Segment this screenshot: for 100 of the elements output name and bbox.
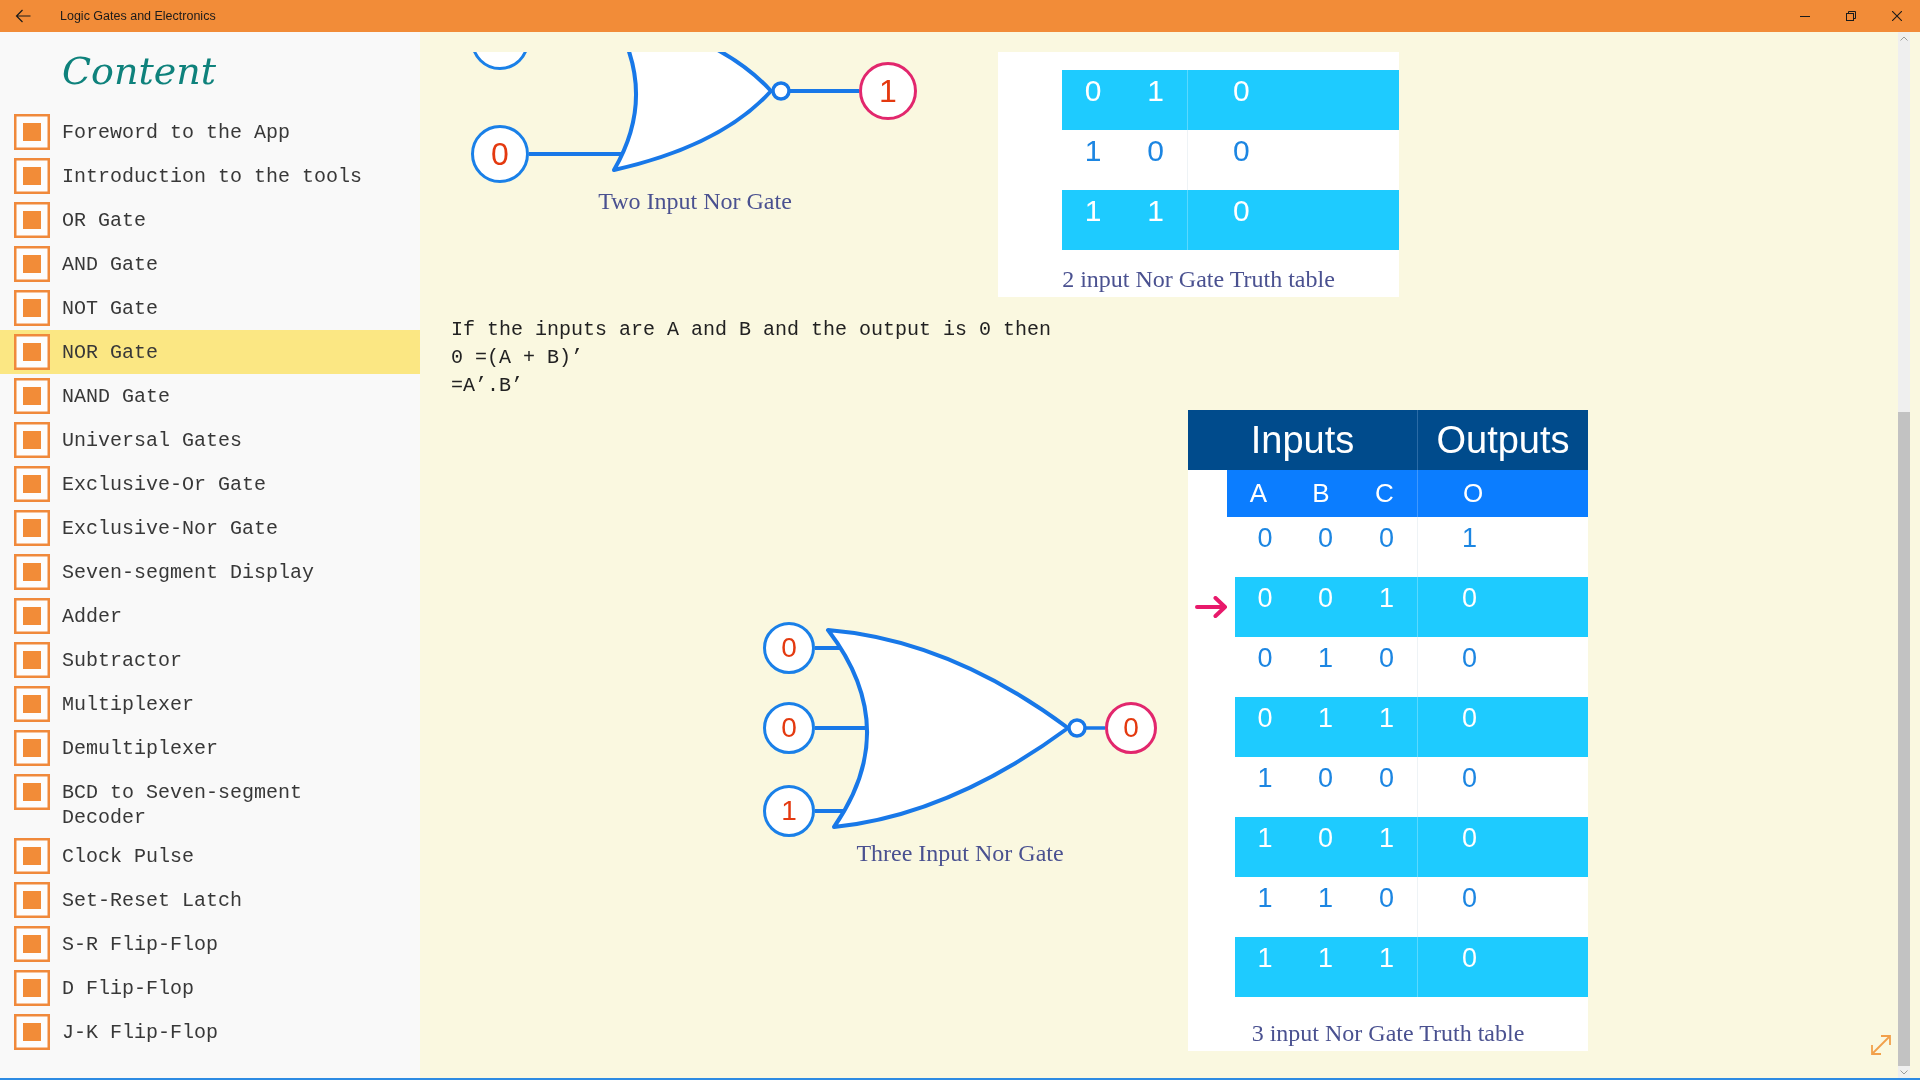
table-cell-text: 1 [1146, 73, 1165, 109]
sidebar-item[interactable]: AND Gate [0, 242, 420, 286]
table-cell-text: 0 [1378, 762, 1395, 795]
table-cell-text: 1 [1378, 822, 1395, 855]
table-cell-text: 0 [1256, 702, 1274, 735]
table-cell-text: 1 [1317, 642, 1334, 675]
sidebar-item[interactable]: Set-Reset Latch [0, 878, 420, 922]
input-node: 0 [763, 702, 815, 754]
table-cell-text: 1 [1256, 942, 1274, 975]
output-node: 1 [859, 62, 917, 120]
table-cell-text: 0 [1378, 522, 1395, 555]
sidebar-item[interactable]: Foreword to the App [0, 110, 420, 154]
square-icon [14, 598, 50, 634]
sidebar-item[interactable]: Subtractor [0, 638, 420, 682]
sidebar-item[interactable]: D Flip-Flop [0, 966, 420, 1010]
sidebar-item[interactable]: Universal Gates [0, 418, 420, 462]
square-icon [14, 378, 50, 414]
sidebar-item[interactable]: NOR Gate [0, 330, 420, 374]
table-cell-text: 1 [1256, 762, 1274, 795]
table-cell-text: 0 [1256, 522, 1274, 555]
square-icon [14, 926, 50, 962]
restore-icon [1846, 11, 1856, 21]
table-cell-text: 1 [1378, 582, 1395, 615]
scroll-down-icon[interactable] [1900, 1069, 1908, 1075]
group-header: Outputs [1417, 410, 1588, 470]
input-node: 1 [763, 785, 815, 837]
table-cell-text: 1 [1317, 882, 1334, 915]
sidebar-item[interactable]: S-R Flip-Flop [0, 922, 420, 966]
table-caption: 3 input Nor Gate Truth table [1250, 1019, 1526, 1048]
table-caption: 2 input Nor Gate Truth table [1061, 265, 1336, 294]
sidebar-item[interactable]: Exclusive-Or Gate [0, 462, 420, 506]
square-icon [14, 730, 50, 766]
sidebar-item[interactable]: J-K Flip-Flop [0, 1010, 420, 1054]
square-icon [14, 202, 50, 238]
column-header: C [1352, 470, 1417, 517]
sidebar-item[interactable]: Multiplexer [0, 682, 420, 726]
sidebar-item[interactable]: Clock Pulse [0, 834, 420, 878]
table-cell-text: 1 [1378, 942, 1395, 975]
explanation-line: If the inputs are A and B and the output is 0 then [451, 317, 1052, 343]
sidebar-item[interactable]: NOT Gate [0, 286, 420, 330]
square-icon [14, 422, 50, 458]
sidebar-item[interactable]: BCD to Seven-segment Decoder [0, 770, 420, 834]
table-cell-text: 0 [1317, 582, 1334, 615]
table-cell-text: 1 [1083, 133, 1103, 169]
group-header: Inputs [1188, 410, 1417, 470]
column-header: O [1417, 470, 1588, 517]
minimize-icon [1800, 15, 1810, 17]
scrollbar-thumb[interactable] [1898, 412, 1910, 1066]
square-icon [14, 686, 50, 722]
table-cell: 0 [1417, 937, 1588, 997]
sidebar-heading: Content [61, 48, 217, 95]
sidebar-item[interactable]: NAND Gate [0, 374, 420, 418]
table-cell-text: 0 [1378, 882, 1395, 915]
table-cell-text: 1 [1256, 882, 1274, 915]
table-cell-text: 0 [1317, 822, 1334, 855]
table-cell-text: 0 [1317, 522, 1334, 555]
square-icon [14, 882, 50, 918]
back-arrow-icon [15, 9, 31, 23]
scroll-up-icon[interactable] [1900, 35, 1908, 41]
table-cell-text: 1 [1083, 193, 1103, 229]
square-icon [14, 970, 50, 1006]
close-icon [1892, 11, 1902, 21]
table-cell-text: 0 [1256, 642, 1274, 675]
square-icon [14, 774, 50, 810]
square-icon [14, 290, 50, 326]
scrollbar-track[interactable] [1898, 32, 1910, 1078]
table-cell-text: 1 [1317, 702, 1334, 735]
table-cell-text: 1 [1146, 193, 1165, 229]
window-title: Logic Gates and Electronics [60, 9, 216, 23]
explanation-line: 0 =(A + B)’ [451, 345, 585, 371]
sidebar-item[interactable]: Seven-segment Display [0, 550, 420, 594]
table-cell-text: 0 [1378, 642, 1395, 675]
table-cell-text: 0 [1146, 133, 1165, 169]
column-header: A [1227, 470, 1290, 517]
table-cell-text: 1 [1378, 702, 1395, 735]
square-icon [14, 158, 50, 194]
square-icon [14, 642, 50, 678]
sidebar-item[interactable]: OR Gate [0, 198, 420, 242]
explanation-line: =A’.B’ [451, 373, 524, 399]
sidebar-item[interactable]: Exclusive-Nor Gate [0, 506, 420, 550]
square-icon [14, 1014, 50, 1050]
table-cell-text: 1 [1256, 822, 1274, 855]
square-icon [14, 466, 50, 502]
input-node: 0 [763, 622, 815, 674]
input-node [471, 52, 529, 70]
square-icon [14, 114, 50, 150]
square-icon [14, 510, 50, 546]
table-cell-text: 0 [1317, 762, 1334, 795]
table-cell-text: 0 [1256, 582, 1274, 615]
column-header: B [1290, 470, 1352, 517]
input-node: 0 [471, 125, 529, 183]
sidebar-item[interactable]: Demultiplexer [0, 726, 420, 770]
square-icon [14, 838, 50, 874]
sidebar-item[interactable]: Adder [0, 594, 420, 638]
sidebar-item[interactable]: Introduction to the tools [0, 154, 420, 198]
expand-icon[interactable] [1870, 1034, 1892, 1056]
output-node: 0 [1105, 702, 1157, 754]
square-icon [14, 246, 50, 282]
table-cell-text: 1 [1317, 942, 1334, 975]
square-icon [14, 554, 50, 590]
